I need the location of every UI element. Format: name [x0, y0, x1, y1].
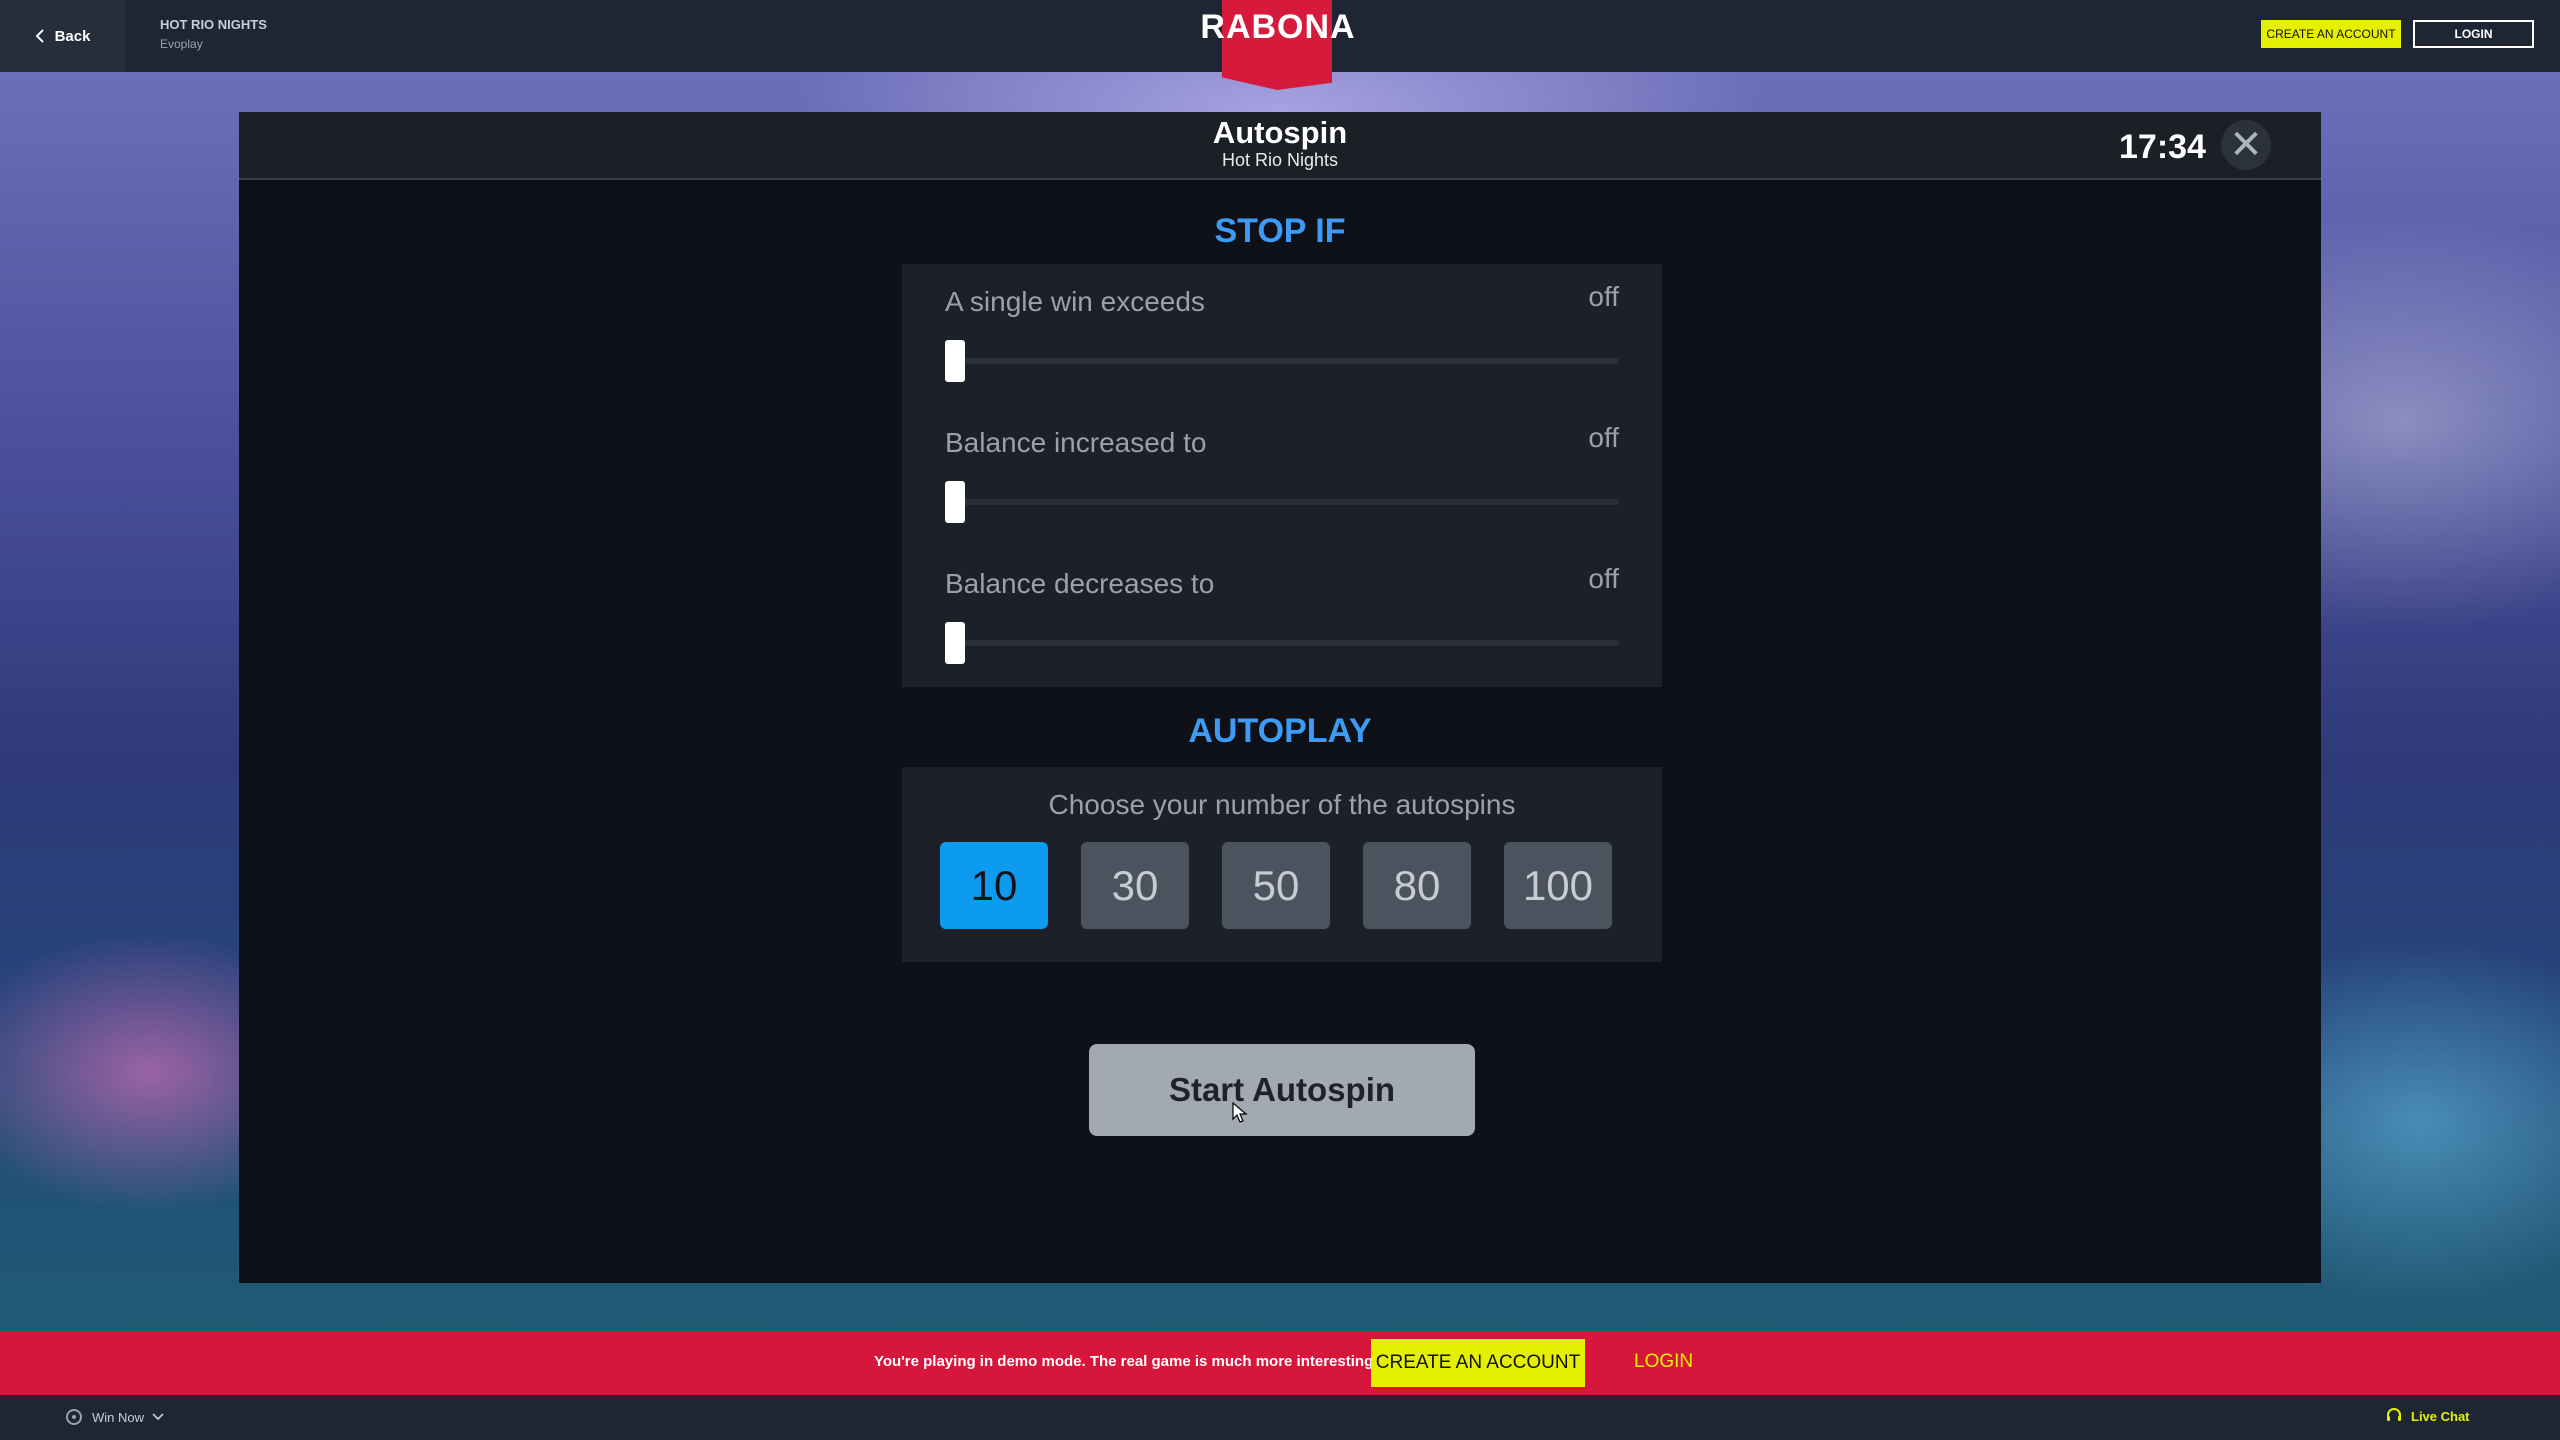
dialog-header: Autospin Hot Rio Nights 17:34 ✕	[239, 112, 2321, 180]
autoplay-heading: AUTOPLAY	[1188, 712, 1372, 750]
top-bar: Back HOT RIO NIGHTS Evoplay RABONA CREAT…	[0, 0, 2560, 90]
game-provider: Evoplay	[160, 37, 203, 51]
create-account-button[interactable]: CREATE AN ACCOUNT	[2261, 20, 2401, 48]
win-now-label: Win Now	[92, 1409, 145, 1425]
dialog-title: Autospin	[1212, 115, 1348, 150]
single-win-slider[interactable]	[945, 358, 1619, 364]
stop-if-panel: A single win exceeds off Balance increas…	[902, 264, 1662, 687]
autospin-option-100[interactable]: 100	[1504, 842, 1612, 929]
autospin-option-50[interactable]: 50	[1222, 842, 1330, 929]
mouse-cursor-icon	[1232, 1102, 1248, 1123]
close-icon[interactable]: ✕	[2221, 120, 2271, 170]
back-button[interactable]: Back	[0, 0, 125, 72]
balance-decreases-slider-handle[interactable]	[945, 622, 965, 664]
login-button[interactable]: LOGIN	[2413, 20, 2534, 48]
autospin-option-80[interactable]: 80	[1363, 842, 1471, 929]
dialog-subtitle: Hot Rio Nights	[1221, 150, 1339, 170]
stop-if-heading: STOP IF	[1214, 212, 1346, 250]
single-win-value: off	[1588, 281, 1619, 312]
balance-decreases-slider[interactable]	[945, 640, 1619, 646]
balance-increased-slider[interactable]	[945, 499, 1619, 505]
live-chat-label: Live Chat	[2411, 1408, 2470, 1424]
autospin-dialog: Autospin Hot Rio Nights 17:34 ✕ STOP IF …	[239, 112, 2321, 1283]
single-win-label: A single win exceeds	[945, 286, 1205, 317]
reel-icon	[66, 1409, 82, 1425]
single-win-slider-handle[interactable]	[945, 340, 965, 382]
balance-decreases-value: off	[1588, 563, 1619, 594]
balance-decreases-label: Balance decreases to	[945, 568, 1215, 599]
autospin-option-30[interactable]: 30	[1081, 842, 1189, 929]
footer-bar: Win Now Live Chat	[0, 1395, 2560, 1440]
chevron-left-icon	[35, 29, 44, 43]
live-chat-link[interactable]: Live Chat	[2385, 1407, 2470, 1425]
back-label: Back	[54, 27, 91, 45]
banner-login-link[interactable]: LOGIN	[1634, 1351, 1693, 1373]
win-now-dropdown[interactable]: Win Now	[64, 1407, 164, 1427]
clock: 17:34	[2119, 128, 2206, 166]
banner-create-account-button[interactable]: CREATE AN ACCOUNT	[1371, 1339, 1585, 1387]
chevron-down-icon	[152, 1413, 164, 1421]
balance-increased-slider-handle[interactable]	[945, 481, 965, 523]
autospin-count-prompt: Choose your number of the autospins	[1048, 789, 1516, 820]
demo-mode-banner: You're playing in demo mode. The real ga…	[0, 1331, 2560, 1395]
headset-icon	[2387, 1408, 2401, 1421]
demo-mode-text: You're playing in demo mode. The real ga…	[874, 1353, 1374, 1370]
game-title: HOT RIO NIGHTS	[160, 17, 267, 32]
balance-increased-value: off	[1588, 422, 1619, 453]
autospin-option-10[interactable]: 10	[940, 842, 1048, 929]
balance-increased-label: Balance increased to	[945, 427, 1207, 458]
start-autospin-button[interactable]: Start Autospin	[1089, 1044, 1475, 1136]
autoplay-panel: Choose your number of the autospins 10 3…	[902, 767, 1662, 962]
rabona-logo[interactable]: RABONA	[1180, 8, 1376, 47]
